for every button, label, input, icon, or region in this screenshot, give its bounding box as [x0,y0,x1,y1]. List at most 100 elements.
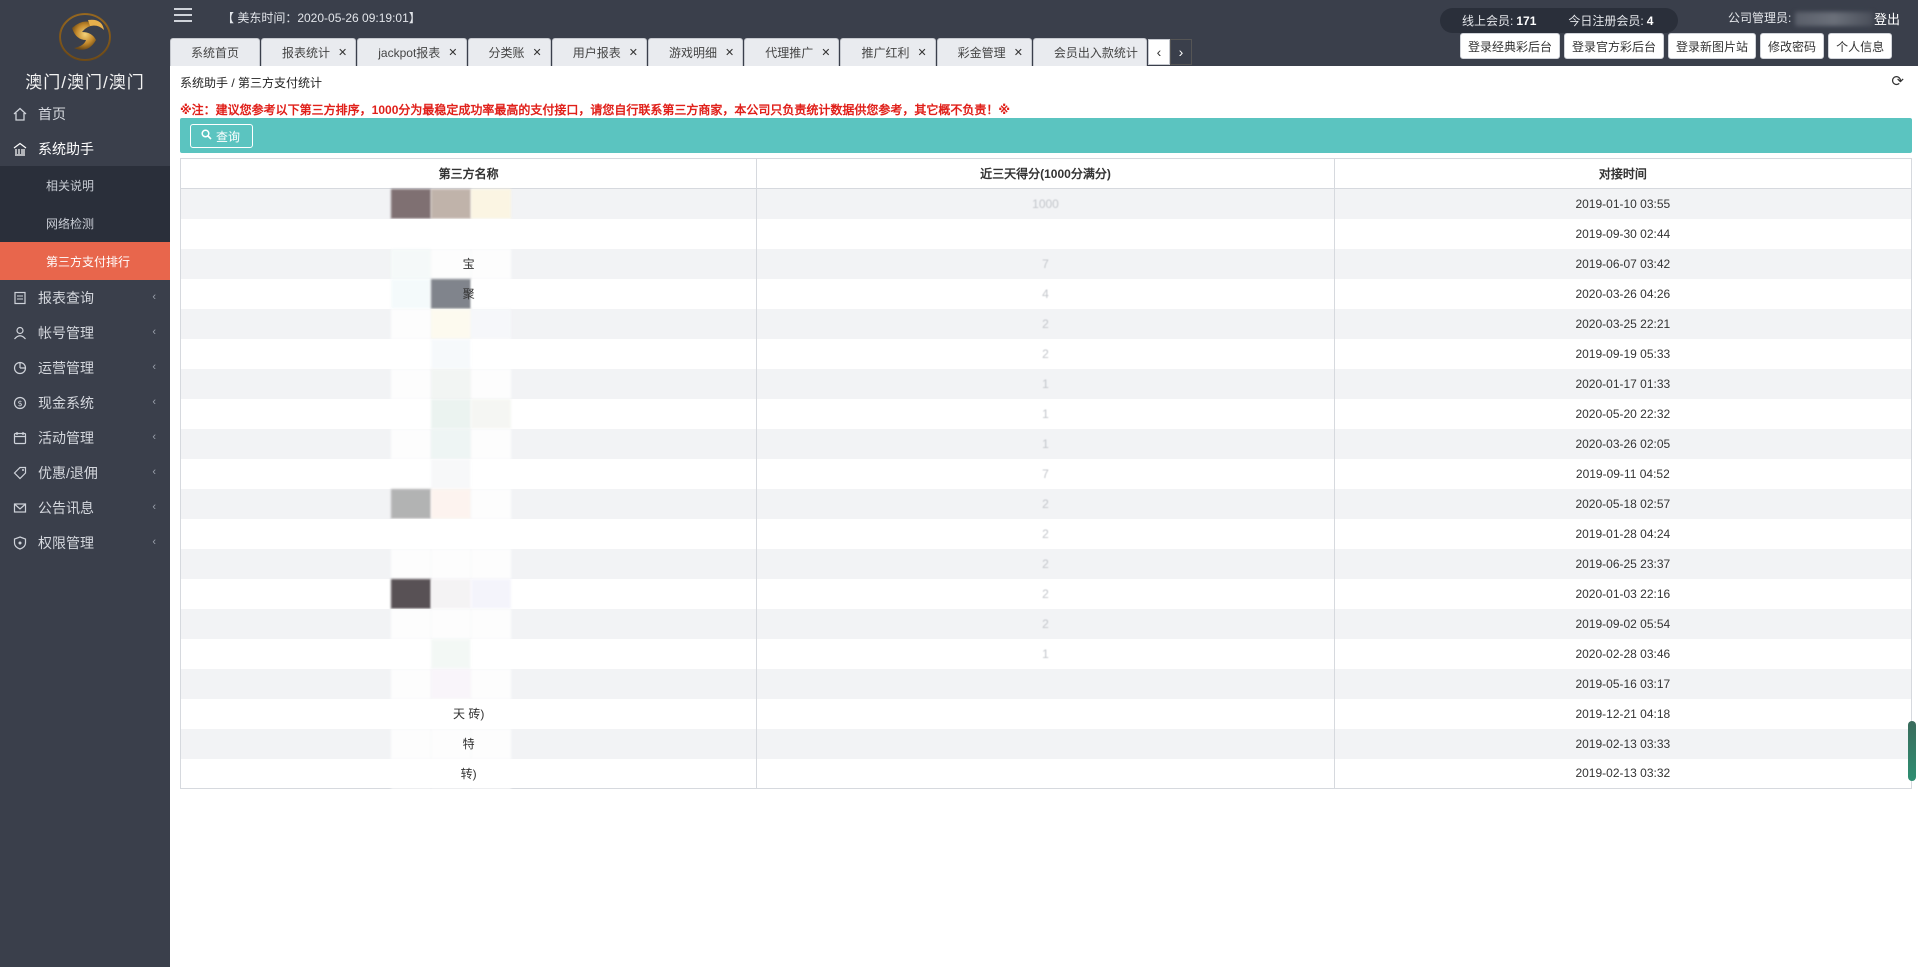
redacted-name-blur [391,518,511,549]
tab-promotion-bonus[interactable]: 推广红利 ✕ [840,38,936,66]
sidebar-item-discount-rebate[interactable]: 优惠/退佣 ‹ [0,455,170,490]
redacted-name-blur [391,368,511,399]
query-button[interactable]: 查询 [190,124,254,148]
chevron-left-icon: ‹ [152,396,156,408]
score-text: 2 [1042,586,1049,601]
redacted-name-blur [391,398,511,429]
connect-time-text: 2019-06-25 23:37 [1575,556,1671,571]
redacted-name-blur [391,608,511,639]
tab-report-statistics[interactable]: 报表统计 ✕ [261,38,357,66]
sidebar-item-label: 权限管理 [38,534,94,551]
score-text: 2 [1042,346,1049,361]
scrollbar[interactable] [1908,721,1916,781]
building-icon [12,141,28,157]
tab-agent-promotion[interactable]: 代理推广 ✕ [744,38,840,66]
cell-third-party-name [179,218,758,249]
header-buttons: 登录经典彩后台 登录官方彩后台 登录新图片站 修改密码 个人信息 [1460,33,1896,59]
login-classic-lottery-backend-button[interactable]: 登录经典彩后台 [1460,33,1561,59]
user-icon [12,325,28,341]
cell-score: 2 [756,578,1335,609]
sidebar-item-account-management[interactable]: 帐号管理 ‹ [0,315,170,350]
sidebar-item-operation-management[interactable]: 运营管理 ‹ [0,350,170,385]
cell-score [756,218,1335,249]
tab-scroll-left-icon[interactable]: ‹ [1147,39,1170,65]
cell-score: 2 [756,488,1335,519]
close-icon[interactable]: ✕ [533,46,542,59]
logout-link[interactable]: 登出 [1874,9,1900,28]
tab-label: 游戏明细 [668,46,717,60]
sidebar-item-activity-management[interactable]: 活动管理 ‹ [0,420,170,455]
table-row: 天 砖) 2019-12-21 04:18 [179,698,1913,729]
tab-jackpot-management[interactable]: 彩金管理 ✕ [936,38,1032,66]
tab-label: 会员出入款统计 [1053,46,1138,60]
sidebar-subitem-third-party-payment-ranking[interactable]: 第三方支付排行 [0,242,170,280]
tab-user-report[interactable]: 用户报表 ✕ [551,38,647,66]
close-icon[interactable]: ✕ [338,46,347,59]
close-icon[interactable]: ✕ [917,46,926,59]
tab-system-home[interactable]: 系统首页 [170,38,261,66]
sidebar-item-home[interactable]: 首页 [0,96,170,131]
change-password-button[interactable]: 修改密码 [1760,33,1825,59]
tab-member-deposit-withdraw-stats[interactable]: 会员出入款统计 [1032,38,1147,66]
close-icon[interactable]: ✕ [448,46,457,59]
cell-connect-time: 2019-02-13 03:32 [1333,758,1913,789]
cell-connect-time: 2019-06-25 23:37 [1333,548,1913,579]
close-icon[interactable]: ✕ [725,46,734,59]
query-button-label: 查询 [216,129,241,144]
toolbar: 查询 [180,118,1912,153]
cell-connect-time: 2019-09-11 04:52 [1333,458,1913,489]
sidebar-item-label: 公告讯息 [38,499,94,516]
tab-jackpot-report[interactable]: jackpot报表 ✕ [357,38,467,66]
cell-score: 1 [756,398,1335,429]
tab-game-details[interactable]: 游戏明细 ✕ [647,38,744,66]
close-icon[interactable]: ✕ [1014,46,1023,59]
redacted-name-blur [391,668,511,699]
tab-ledger[interactable]: 分类账 ✕ [467,38,551,66]
cell-connect-time: 2019-06-07 03:42 [1333,248,1913,279]
tab-label: 代理推广 [765,46,814,60]
score-text: 4 [1042,286,1049,301]
breadcrumb: 系统助手 / 第三方支付统计 [180,76,323,90]
cell-third-party-name [179,368,758,399]
tag-icon [12,465,28,481]
sidebar-item-label: 系统助手 [38,140,94,157]
table-row: 2019-09-30 02:44 [179,218,1913,249]
table-row: 1 2020-03-26 02:05 [179,428,1913,459]
chevron-left-icon: ‹ [152,536,156,548]
refresh-icon[interactable]: ⟳ [1891,72,1904,90]
close-icon[interactable]: ✕ [629,46,638,59]
tab-label: 系统首页 [191,46,240,60]
connect-time-text: 2020-03-25 22:21 [1575,316,1671,331]
tab-scroll-right-icon[interactable]: › [1169,39,1192,65]
sidebar-subitem-network-check[interactable]: 网络检测 [0,204,170,242]
cell-score: 2 [756,308,1335,339]
personal-info-button[interactable]: 个人信息 [1828,33,1893,59]
cell-score [756,698,1335,729]
main-content: 系统助手 / 第三方支付统计 ⟳ ※注：建议您参考以下第三方排序，1000分为最… [170,66,1918,967]
activity-icon [12,430,28,446]
sidebar-item-permission-management[interactable]: 权限管理 ‹ [0,525,170,560]
third-party-name-text: 宝 [462,257,475,271]
sidebar-item-announcement[interactable]: 公告讯息 ‹ [0,490,170,525]
sidebar-item-report-query[interactable]: 报表查询 ‹ [0,280,170,315]
home-icon [12,106,28,122]
score-text: 1000 [1032,196,1059,211]
svg-text:$: $ [17,399,22,408]
sidebar-subitem-related-notes[interactable]: 相关说明 [0,166,170,204]
cell-connect-time: 2020-05-20 22:32 [1333,398,1913,429]
sidebar-item-cash-system[interactable]: $ 现金系统 ‹ [0,385,170,420]
connect-time-text: 2019-05-16 03:17 [1575,676,1671,691]
login-official-lottery-backend-button[interactable]: 登录官方彩后台 [1564,33,1665,59]
tab-label: 分类账 [488,46,525,60]
online-members-count: 171 [1516,13,1537,28]
redacted-name-blur [391,218,511,249]
menu-toggle-icon[interactable] [174,8,192,24]
login-new-image-site-button[interactable]: 登录新图片站 [1668,33,1757,59]
sidebar-item-system-assistant[interactable]: 系统助手 [0,131,170,166]
chevron-left-icon: ‹ [152,501,156,513]
cell-connect-time: 2020-01-17 01:33 [1333,368,1913,399]
score-text: 2 [1042,616,1049,631]
third-party-name-text: 天 砖) [452,707,485,721]
close-icon[interactable]: ✕ [821,46,830,59]
score-text: 1 [1042,436,1049,451]
